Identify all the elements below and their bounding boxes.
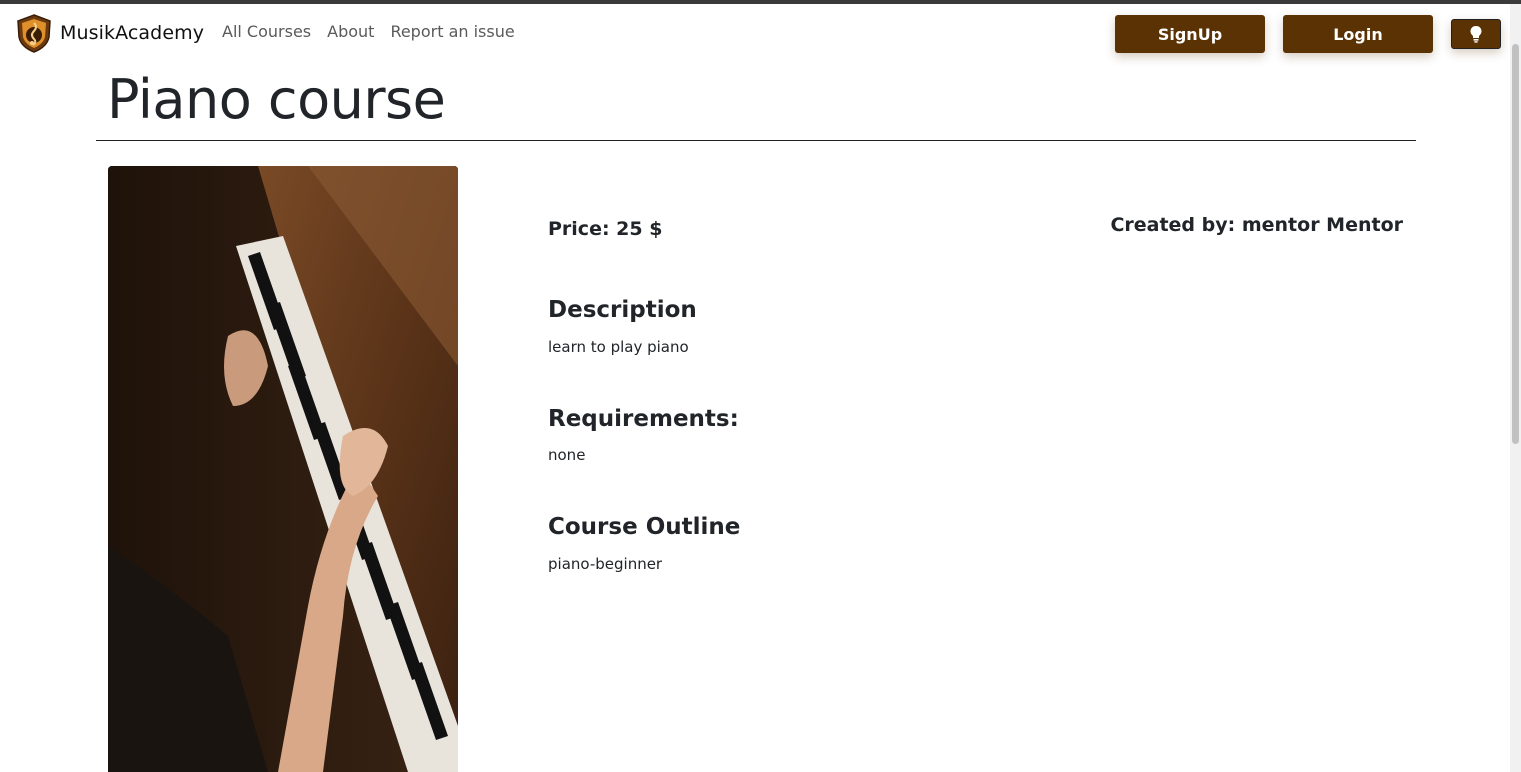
piano-photo xyxy=(108,166,458,772)
nav-links: All Courses About Report an issue xyxy=(222,22,515,41)
scrollbar-thumb[interactable] xyxy=(1512,44,1519,444)
course-image xyxy=(108,166,458,772)
outline-text: piano-beginner xyxy=(548,555,663,573)
description-text: learn to play piano xyxy=(548,338,689,356)
outline-heading: Course Outline xyxy=(548,514,741,540)
nav-link-report-issue[interactable]: Report an issue xyxy=(390,22,514,41)
signup-button[interactable]: SignUp xyxy=(1115,15,1265,53)
brand-name: MusikAcademy xyxy=(60,22,205,44)
page-title: Piano course xyxy=(107,68,446,131)
title-divider xyxy=(96,140,1416,141)
requirements-text: none xyxy=(548,446,586,464)
course-creator: Created by: mentor Mentor xyxy=(1110,214,1403,236)
navbar: MusikAcademy All Courses About Report an… xyxy=(0,4,1510,60)
music-academy-logo-icon xyxy=(17,14,51,53)
page-scrollbar[interactable] xyxy=(1510,4,1521,772)
theme-toggle-button[interactable] xyxy=(1451,19,1501,49)
course-price: Price: 25 $ xyxy=(548,218,663,240)
brand-link[interactable]: MusikAcademy xyxy=(14,13,204,53)
lightbulb-icon xyxy=(1470,26,1482,43)
login-button[interactable]: Login xyxy=(1283,15,1433,53)
nav-link-about[interactable]: About xyxy=(327,22,374,41)
nav-link-all-courses[interactable]: All Courses xyxy=(222,22,311,41)
requirements-heading: Requirements: xyxy=(548,406,739,432)
description-heading: Description xyxy=(548,297,697,323)
